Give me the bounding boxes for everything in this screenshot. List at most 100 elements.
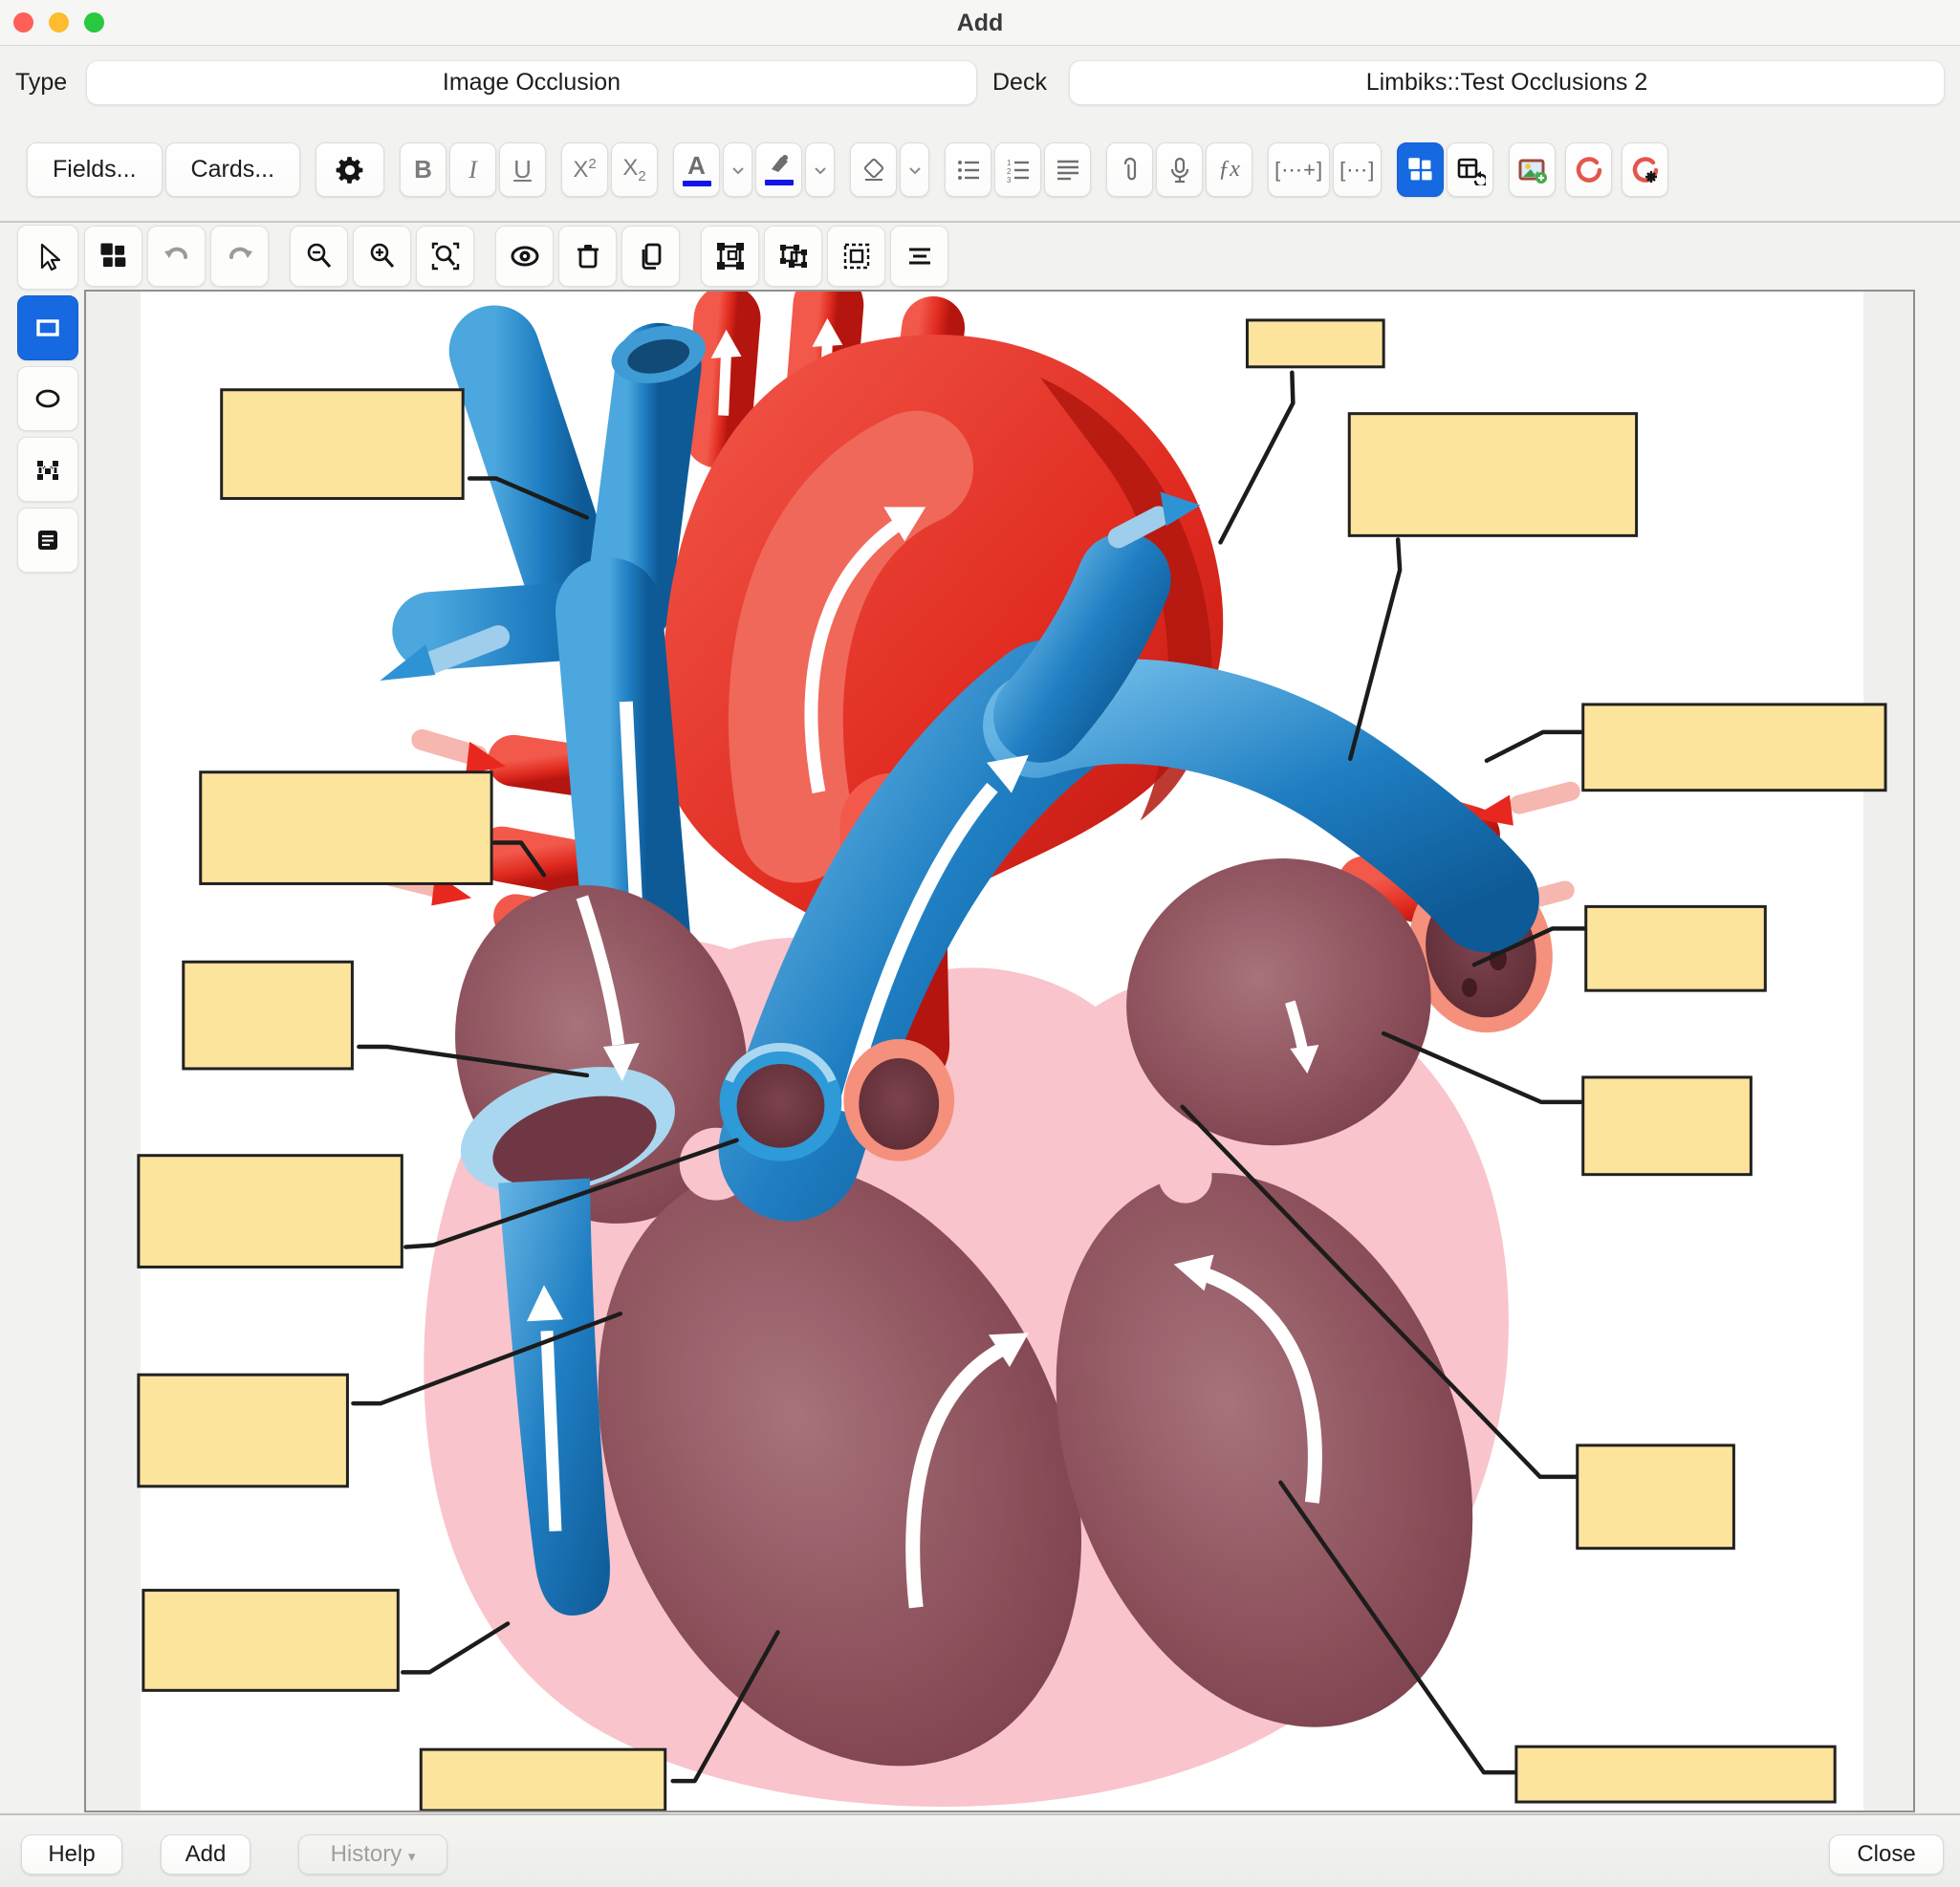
tool-text[interactable] — [17, 508, 78, 573]
settings-button[interactable] — [316, 142, 384, 197]
delete-button[interactable] — [558, 226, 617, 287]
cloze-same-icon: [⋯] — [1339, 158, 1375, 183]
fields-button[interactable]: Fields... — [27, 142, 163, 197]
type-deck-row: Type Image Occlusion Deck Limbiks::Test … — [0, 46, 1960, 119]
eraser-icon — [860, 156, 888, 184]
underline-button[interactable]: U — [499, 142, 546, 197]
window-title: Add — [0, 0, 1960, 46]
zoom-reset-button[interactable] — [416, 226, 474, 287]
occlusion-tool-palette — [17, 225, 78, 573]
toggle-mask-button[interactable] — [495, 226, 554, 287]
tool-rectangle[interactable] — [17, 295, 78, 360]
zoom-out-icon — [303, 240, 336, 272]
text-tool-icon — [33, 525, 63, 555]
tool-select[interactable] — [17, 225, 78, 290]
cloze-new-icon: [⋯+] — [1274, 158, 1323, 183]
bullet-list-button[interactable] — [945, 142, 991, 197]
undo-button[interactable] — [147, 226, 206, 287]
select-all-icon — [840, 240, 873, 272]
math-button[interactable]: ƒx — [1206, 142, 1252, 197]
remove-formatting-button[interactable] — [850, 142, 897, 197]
numbered-list-button[interactable]: 123 — [994, 142, 1041, 197]
select-all-button[interactable] — [827, 226, 885, 287]
notetype-value: Image Occlusion — [443, 69, 621, 96]
history-button[interactable]: History ▾ — [298, 1834, 447, 1875]
occlusion-rect-10[interactable] — [139, 1375, 348, 1486]
occlusion-rect-7[interactable] — [1586, 906, 1766, 990]
occlusion-rect-11[interactable] — [1578, 1445, 1734, 1549]
cards-button[interactable]: Cards... — [165, 142, 301, 197]
svg-text:3: 3 — [1007, 176, 1012, 184]
align-justify-icon — [1054, 156, 1082, 184]
zoom-in-button[interactable] — [353, 226, 411, 287]
add-image-occlusion-button[interactable] — [1509, 142, 1556, 197]
tool-ellipse[interactable] — [17, 366, 78, 431]
occlusion-canvas[interactable] — [84, 290, 1915, 1812]
highlighter-icon — [766, 154, 793, 177]
toggle-mask-eye-icon — [509, 240, 541, 272]
zoom-out-button[interactable] — [290, 226, 348, 287]
grid-layout-icon — [1406, 156, 1435, 184]
occlusion-rect-8[interactable] — [139, 1156, 402, 1268]
bottom-bar: Help Add History ▾ Close — [0, 1813, 1960, 1887]
attach-button[interactable] — [1106, 142, 1153, 197]
ungroup-icon — [777, 240, 810, 272]
occlusion-rect-1[interactable] — [1247, 320, 1383, 367]
alignment-button[interactable] — [1044, 142, 1091, 197]
duplicate-button[interactable] — [621, 226, 680, 287]
group-button[interactable] — [701, 226, 759, 287]
cloze-same-button[interactable]: [⋯] — [1333, 142, 1382, 197]
close-button[interactable]: Close — [1829, 1834, 1944, 1875]
tool-polygon[interactable] — [17, 437, 78, 502]
superscript-button[interactable]: X2 — [561, 142, 608, 197]
dashboard-button[interactable] — [84, 226, 142, 287]
align-icon — [904, 240, 936, 272]
add-note-window: Add Type Image Occlusion Deck Limbiks::T… — [0, 0, 1960, 1887]
highlight-color-button[interactable] — [755, 142, 802, 197]
select-cursor-icon — [33, 242, 63, 272]
grid-layout-button[interactable] — [1397, 142, 1444, 197]
align-button[interactable] — [890, 226, 948, 287]
occlusion-rect-9[interactable] — [1583, 1077, 1752, 1175]
occlusion-rect-13[interactable] — [421, 1749, 664, 1811]
redo-button[interactable] — [210, 226, 269, 287]
occlusion-rect-4[interactable] — [201, 772, 491, 884]
occlusion-rect-5[interactable] — [1583, 705, 1885, 791]
record-audio-button[interactable] — [1156, 142, 1203, 197]
trash-icon — [572, 240, 604, 272]
deck-selector[interactable]: Limbiks::Test Occlusions 2 — [1069, 60, 1945, 105]
red-loop-button[interactable] — [1565, 142, 1612, 197]
italic-button[interactable]: I — [449, 142, 496, 197]
red-loop-icon — [1574, 155, 1604, 185]
titlebar: Add — [0, 0, 1960, 46]
occlusion-rect-6[interactable] — [184, 962, 353, 1069]
occlusion-rect-14[interactable] — [1516, 1746, 1835, 1802]
microphone-icon — [1165, 156, 1194, 184]
highlight-color-dropdown[interactable] — [805, 142, 835, 197]
text-color-icon: A — [687, 153, 706, 178]
history-caret-icon: ▾ — [408, 1849, 416, 1865]
help-button[interactable]: Help — [21, 1834, 122, 1875]
subscript-button[interactable]: X2 — [611, 142, 658, 197]
notetype-selector[interactable]: Image Occlusion — [86, 60, 977, 105]
occlusion-rect-3[interactable] — [1349, 414, 1636, 536]
zoom-reset-icon — [429, 240, 462, 272]
heart-diagram-image — [86, 292, 1913, 1811]
undo-icon — [161, 240, 193, 272]
text-color-button[interactable]: A — [673, 142, 720, 197]
occlusion-rect-2[interactable] — [222, 390, 463, 499]
add-button[interactable]: Add — [161, 1834, 250, 1875]
ellipse-tool-icon — [33, 383, 63, 414]
numbered-list-icon: 123 — [1004, 156, 1033, 184]
cloze-new-button[interactable]: [⋯+] — [1268, 142, 1330, 197]
svg-text:1: 1 — [1007, 159, 1012, 167]
duplicate-icon — [635, 240, 667, 272]
text-color-dropdown[interactable] — [723, 142, 752, 197]
table-refresh-button[interactable] — [1447, 142, 1493, 197]
red-loop-settings-button[interactable] — [1622, 142, 1668, 197]
occlusion-rect-12[interactable] — [143, 1591, 398, 1691]
ungroup-button[interactable] — [764, 226, 822, 287]
chevron-down-icon — [730, 162, 747, 179]
bold-button[interactable]: B — [400, 142, 446, 197]
remove-formatting-dropdown[interactable] — [900, 142, 929, 197]
